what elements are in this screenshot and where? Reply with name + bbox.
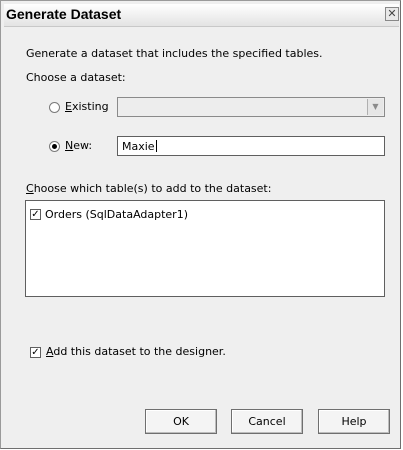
choose-dataset-label: Choose a dataset: xyxy=(26,71,126,84)
ok-button[interactable]: OK xyxy=(145,409,217,434)
table-checkbox[interactable]: ✓ xyxy=(30,209,41,220)
new-label[interactable]: New: xyxy=(65,139,92,152)
description-text: Generate a dataset that includes the spe… xyxy=(26,47,323,60)
table-item-label: Orders (SqlDataAdapter1) xyxy=(45,208,188,221)
add-to-designer-checkbox[interactable]: ✓ xyxy=(30,347,41,358)
dialog-title: Generate Dataset xyxy=(6,6,122,22)
existing-dataset-combo[interactable]: ▼ xyxy=(117,97,385,117)
generate-dataset-dialog: Generate Dataset ✕ Generate a dataset th… xyxy=(0,0,401,449)
new-radio[interactable] xyxy=(49,141,60,152)
close-icon[interactable]: ✕ xyxy=(385,7,399,21)
new-dataset-name-input[interactable]: Maxie xyxy=(117,136,385,156)
help-button[interactable]: Help xyxy=(318,409,390,434)
title-bar[interactable]: Generate Dataset ✕ xyxy=(4,4,399,27)
chevron-down-icon[interactable]: ▼ xyxy=(367,99,383,115)
tables-listbox[interactable]: ✓ Orders (SqlDataAdapter1) xyxy=(25,200,385,297)
tables-label: Choose which table(s) to add to the data… xyxy=(26,182,271,195)
tables-label-accel: C xyxy=(26,182,34,195)
cancel-button[interactable]: Cancel xyxy=(231,409,303,434)
tables-label-text: hoose which table(s) to add to the datas… xyxy=(33,182,272,195)
new-dataset-name-value: Maxie xyxy=(122,140,155,153)
existing-label-text: xisting xyxy=(71,100,109,113)
radio-selected-dot xyxy=(52,144,57,149)
existing-label[interactable]: Existing xyxy=(65,100,109,113)
new-label-text: ew: xyxy=(73,139,93,152)
new-label-accel: N xyxy=(65,139,74,152)
text-caret xyxy=(155,140,157,152)
existing-radio[interactable] xyxy=(49,102,60,113)
add-to-designer-text: dd this dataset to the designer. xyxy=(53,345,226,358)
existing-label-accel: E xyxy=(65,100,72,113)
add-to-designer-label[interactable]: Add this dataset to the designer. xyxy=(46,345,226,358)
list-item[interactable]: ✓ Orders (SqlDataAdapter1) xyxy=(30,208,370,222)
